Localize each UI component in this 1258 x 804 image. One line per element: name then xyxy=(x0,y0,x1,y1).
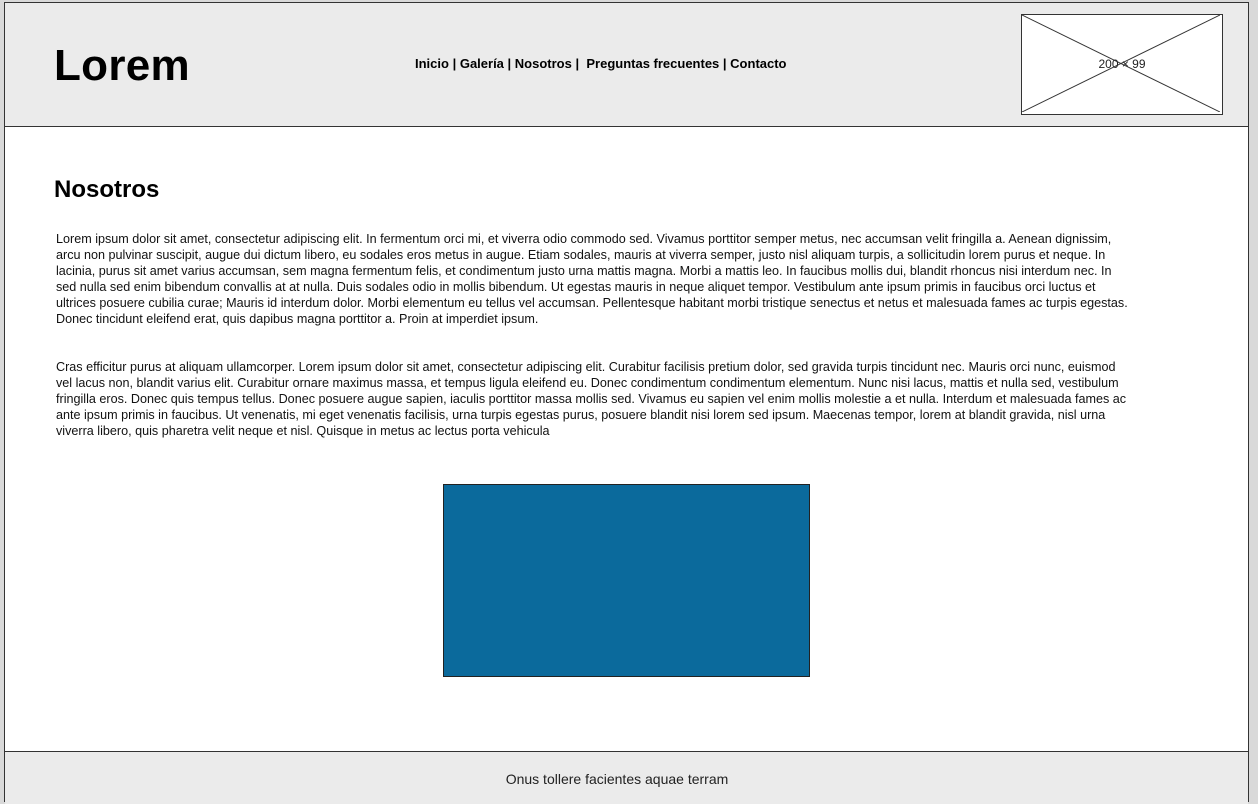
nav-link-inicio[interactable]: Inicio xyxy=(415,56,449,71)
site-logo[interactable]: Lorem xyxy=(54,40,190,92)
nav-link-nosotros[interactable]: Nosotros xyxy=(515,56,572,71)
about-paragraph-2: Cras efficitur purus at aliquam ullamcor… xyxy=(56,360,1127,438)
nav-separator: | xyxy=(448,56,460,71)
page-title: Nosotros xyxy=(54,176,160,203)
about-paragraph-1: Lorem ipsum dolor sit amet, consectetur … xyxy=(56,232,1128,326)
footer-text: Onus tollere facientes aquae terram xyxy=(505,771,729,787)
site-footer: Onus tollere facientes aquae terram xyxy=(5,751,1248,804)
main-nav: Inicio | Galería | Nosotros | Preguntas … xyxy=(415,56,787,72)
nav-link-contacto[interactable]: Contacto xyxy=(730,56,786,71)
nav-separator: | xyxy=(503,56,515,71)
nav-separator: | xyxy=(719,56,731,71)
nav-link-galeria[interactable]: Galería xyxy=(460,56,504,71)
nav-separator: | xyxy=(571,56,583,71)
site-header: Lorem Inicio | Galería | Nosotros | Preg… xyxy=(5,3,1248,127)
media-block xyxy=(443,484,810,677)
page-frame: Lorem Inicio | Galería | Nosotros | Preg… xyxy=(4,2,1249,804)
nav-link-preguntas-frecuentes[interactable]: Preguntas frecuentes xyxy=(586,56,719,71)
placeholder-size-label: 200 × 99 xyxy=(1098,57,1146,71)
header-image-placeholder: 200 × 99 xyxy=(1021,14,1223,115)
